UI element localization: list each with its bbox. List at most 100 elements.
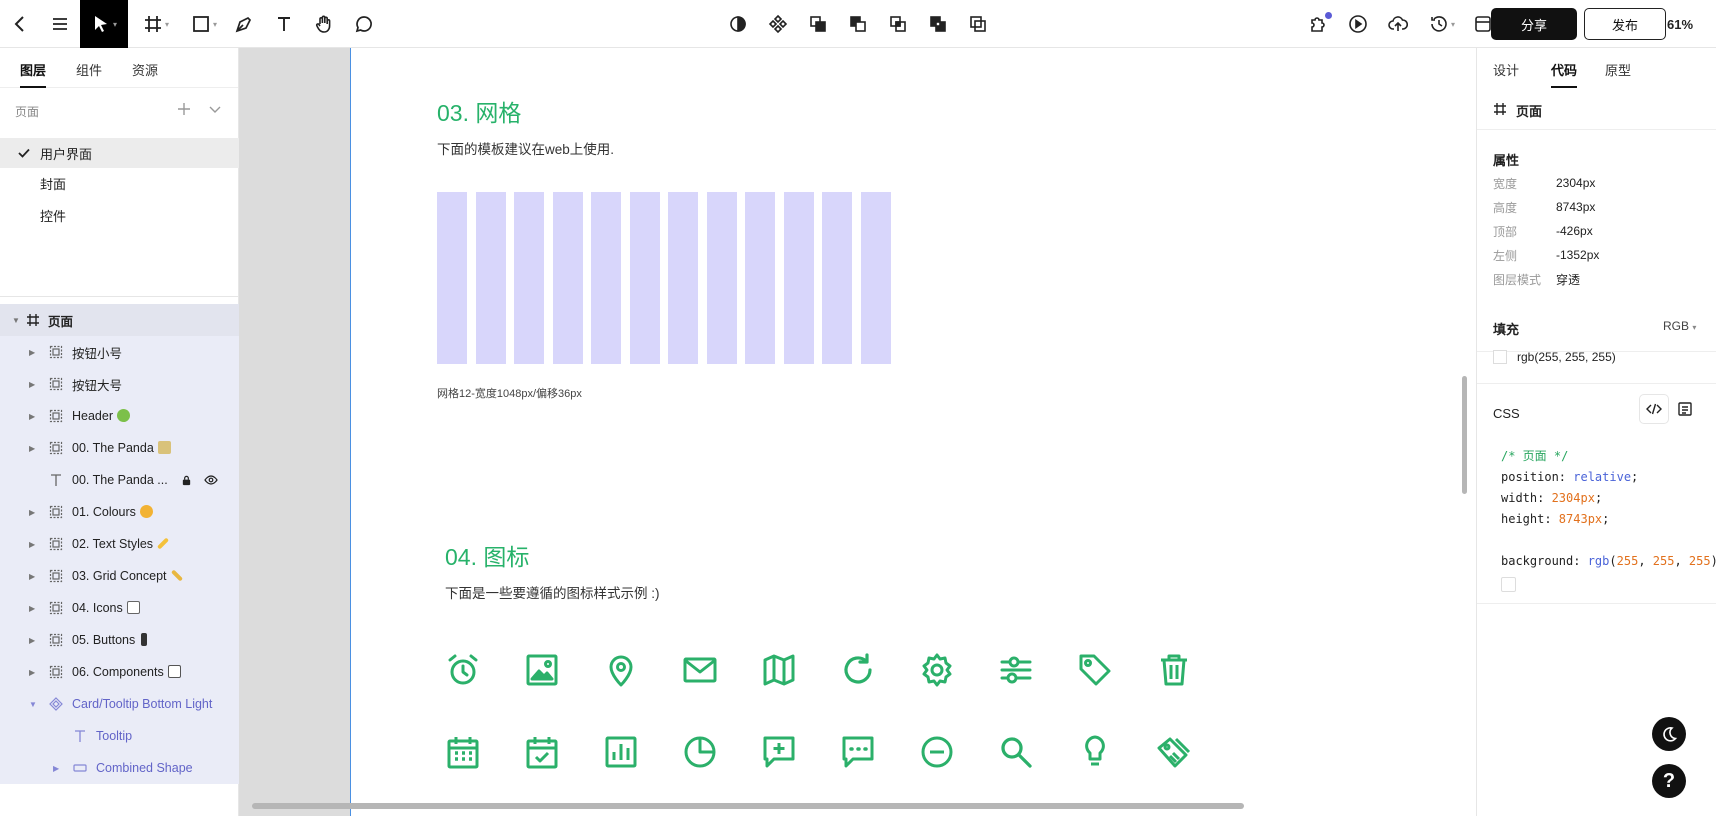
component-icon[interactable] bbox=[758, 0, 798, 48]
boolean-union-icon[interactable] bbox=[798, 0, 838, 48]
layer-row-component[interactable]: ▼ Card/Tooltip Bottom Light bbox=[0, 688, 239, 720]
right-panel: 设计 代码 原型 页面 属性 宽度 2304px 高度 8743px 顶部 -426p… bbox=[1476, 48, 1716, 816]
fill-value[interactable]: rgb(255, 255, 255) bbox=[1517, 350, 1616, 364]
mask-icon[interactable] bbox=[718, 0, 758, 48]
layer-row[interactable]: ▶ 02. Text Styles bbox=[0, 528, 239, 560]
boolean-subtract-icon[interactable] bbox=[838, 0, 878, 48]
zoom-level[interactable]: 61% bbox=[1647, 0, 1713, 48]
layer-row[interactable]: ▶ Combined Shape bbox=[0, 752, 239, 784]
expand-arrow-icon[interactable]: ▶ bbox=[29, 380, 35, 389]
grid-column bbox=[591, 192, 621, 364]
expand-arrow-icon[interactable]: ▶ bbox=[29, 348, 35, 357]
lock-icon[interactable] bbox=[181, 475, 192, 486]
tab-prototype[interactable]: 原型 bbox=[1605, 60, 1631, 79]
expand-arrow-icon[interactable]: ▶ bbox=[29, 540, 35, 549]
group-frame-icon bbox=[49, 633, 63, 647]
component-instance-icon bbox=[49, 697, 63, 711]
theme-toggle-button[interactable] bbox=[1652, 717, 1686, 751]
expand-arrow-icon[interactable]: ▶ bbox=[29, 412, 35, 421]
expand-arrow-icon[interactable]: ▶ bbox=[29, 604, 35, 613]
frame-tool-icon[interactable]: ▾ bbox=[136, 0, 176, 48]
css-title: CSS bbox=[1493, 406, 1520, 421]
calendar-check-icon bbox=[524, 734, 560, 770]
group-frame-icon bbox=[49, 377, 63, 391]
layer-row[interactable]: 00. The Panda ... bbox=[0, 464, 239, 496]
layer-row[interactable]: ▶ Header bbox=[0, 400, 239, 432]
tab-assets[interactable]: 资源 bbox=[132, 60, 158, 79]
layer-row[interactable]: Tooltip bbox=[0, 720, 239, 752]
fill-color-swatch[interactable] bbox=[1493, 350, 1507, 364]
rectangle-tool-icon[interactable]: ▾ bbox=[184, 0, 224, 48]
pen-tool-icon[interactable] bbox=[224, 0, 264, 48]
hand-tool-icon[interactable] bbox=[304, 0, 344, 48]
collapse-pages-icon[interactable] bbox=[207, 101, 223, 117]
css-code-block[interactable]: /* 页面 */ position: relative; width: 2304… bbox=[1501, 446, 1716, 572]
prop-left: 左侧 -1352px bbox=[1493, 248, 1600, 263]
tab-layers[interactable]: 图层 bbox=[20, 60, 47, 88]
expand-arrow-icon[interactable]: ▶ bbox=[29, 636, 35, 645]
image-icon bbox=[524, 652, 560, 688]
tab-components[interactable]: 组件 bbox=[76, 60, 102, 79]
expand-arrow-icon[interactable]: ▶ bbox=[29, 668, 35, 677]
layer-row[interactable]: ▶ 按钮小号 bbox=[0, 336, 239, 368]
page-item-controls[interactable]: 控件 bbox=[0, 200, 239, 230]
history-icon[interactable]: ▾ bbox=[1418, 0, 1466, 48]
expand-arrow-icon[interactable]: ▼ bbox=[12, 316, 20, 325]
tab-design[interactable]: 设计 bbox=[1493, 60, 1519, 79]
pie-chart-icon bbox=[682, 734, 718, 770]
layer-row-root[interactable]: ▼ 页面 bbox=[0, 304, 239, 336]
grid-column bbox=[475, 192, 506, 364]
sliders-icon bbox=[998, 652, 1034, 688]
group-frame-icon bbox=[49, 409, 63, 423]
comment-tool-icon[interactable] bbox=[344, 0, 384, 48]
layer-row[interactable]: ▶ 01. Colours bbox=[0, 496, 239, 528]
page-item-ui[interactable]: 用户界面 bbox=[0, 138, 239, 168]
pages-header: 页面 bbox=[0, 88, 239, 132]
eye-icon[interactable] bbox=[204, 474, 218, 486]
expand-arrow-icon[interactable]: ▶ bbox=[29, 572, 35, 581]
swords-emoji-icon bbox=[157, 441, 171, 454]
cube-emoji-icon bbox=[126, 601, 140, 614]
boolean-exclude-icon[interactable] bbox=[918, 0, 958, 48]
canvas[interactable]: 03. 网格 下面的模板建议在web上使用. 网格12-宽度1048px/偏移3… bbox=[239, 48, 1476, 816]
artboard[interactable]: 03. 网格 下面的模板建议在web上使用. 网格12-宽度1048px/偏移3… bbox=[350, 48, 1476, 816]
page-item-cover[interactable]: 封面 bbox=[0, 168, 239, 198]
code-view-button[interactable] bbox=[1639, 394, 1669, 424]
tab-code[interactable]: 代码 bbox=[1551, 60, 1578, 88]
moon-icon bbox=[1663, 727, 1678, 742]
vertical-scrollbar[interactable] bbox=[1462, 376, 1467, 494]
layer-row[interactable]: ▶ 04. Icons bbox=[0, 592, 239, 624]
page-label: 用户界面 bbox=[40, 146, 93, 162]
fill-mode-select[interactable]: RGB ▾ bbox=[1663, 319, 1696, 333]
expand-arrow-icon[interactable]: ▶ bbox=[53, 764, 59, 773]
panel-divider bbox=[0, 296, 239, 297]
expand-arrow-icon[interactable]: ▶ bbox=[29, 444, 35, 453]
move-tool-icon[interactable]: ▾ bbox=[80, 0, 128, 48]
layer-row[interactable]: ▶ 03. Grid Concept bbox=[0, 560, 239, 592]
layer-row[interactable]: ▶ 00. The Panda bbox=[0, 432, 239, 464]
help-button[interactable]: ? bbox=[1652, 764, 1686, 798]
layer-row[interactable]: ▶ 05. Buttons bbox=[0, 624, 239, 656]
horizontal-scrollbar[interactable] bbox=[252, 803, 1244, 809]
upload-icon[interactable] bbox=[1378, 0, 1418, 48]
grid-column bbox=[860, 192, 891, 364]
text-tool-icon[interactable] bbox=[264, 0, 304, 48]
plugins-icon[interactable] bbox=[1298, 0, 1338, 48]
expand-arrow-icon[interactable]: ▶ bbox=[29, 508, 35, 517]
back-icon[interactable] bbox=[0, 0, 40, 48]
play-icon[interactable] bbox=[1338, 0, 1378, 48]
right-tabs: 设计 代码 原型 bbox=[1477, 48, 1716, 88]
flatten-icon[interactable] bbox=[958, 0, 998, 48]
list-view-icon[interactable] bbox=[1677, 401, 1693, 417]
prop-width: 宽度 2304px bbox=[1493, 176, 1596, 191]
layer-row[interactable]: ▶ 按钮大号 bbox=[0, 368, 239, 400]
share-button[interactable]: 分享 bbox=[1491, 8, 1577, 40]
grid-section-desc: 下面的模板建议在web上使用. bbox=[437, 142, 615, 157]
boolean-intersect-icon[interactable] bbox=[878, 0, 918, 48]
add-page-icon[interactable] bbox=[176, 101, 192, 117]
prop-blend-mode: 图层模式 穿透 bbox=[1493, 272, 1581, 287]
frame-header: 页面 bbox=[1477, 88, 1716, 130]
layer-row[interactable]: ▶ 06. Components bbox=[0, 656, 239, 688]
menu-icon[interactable] bbox=[40, 0, 80, 48]
expand-arrow-icon[interactable]: ▼ bbox=[29, 700, 37, 709]
